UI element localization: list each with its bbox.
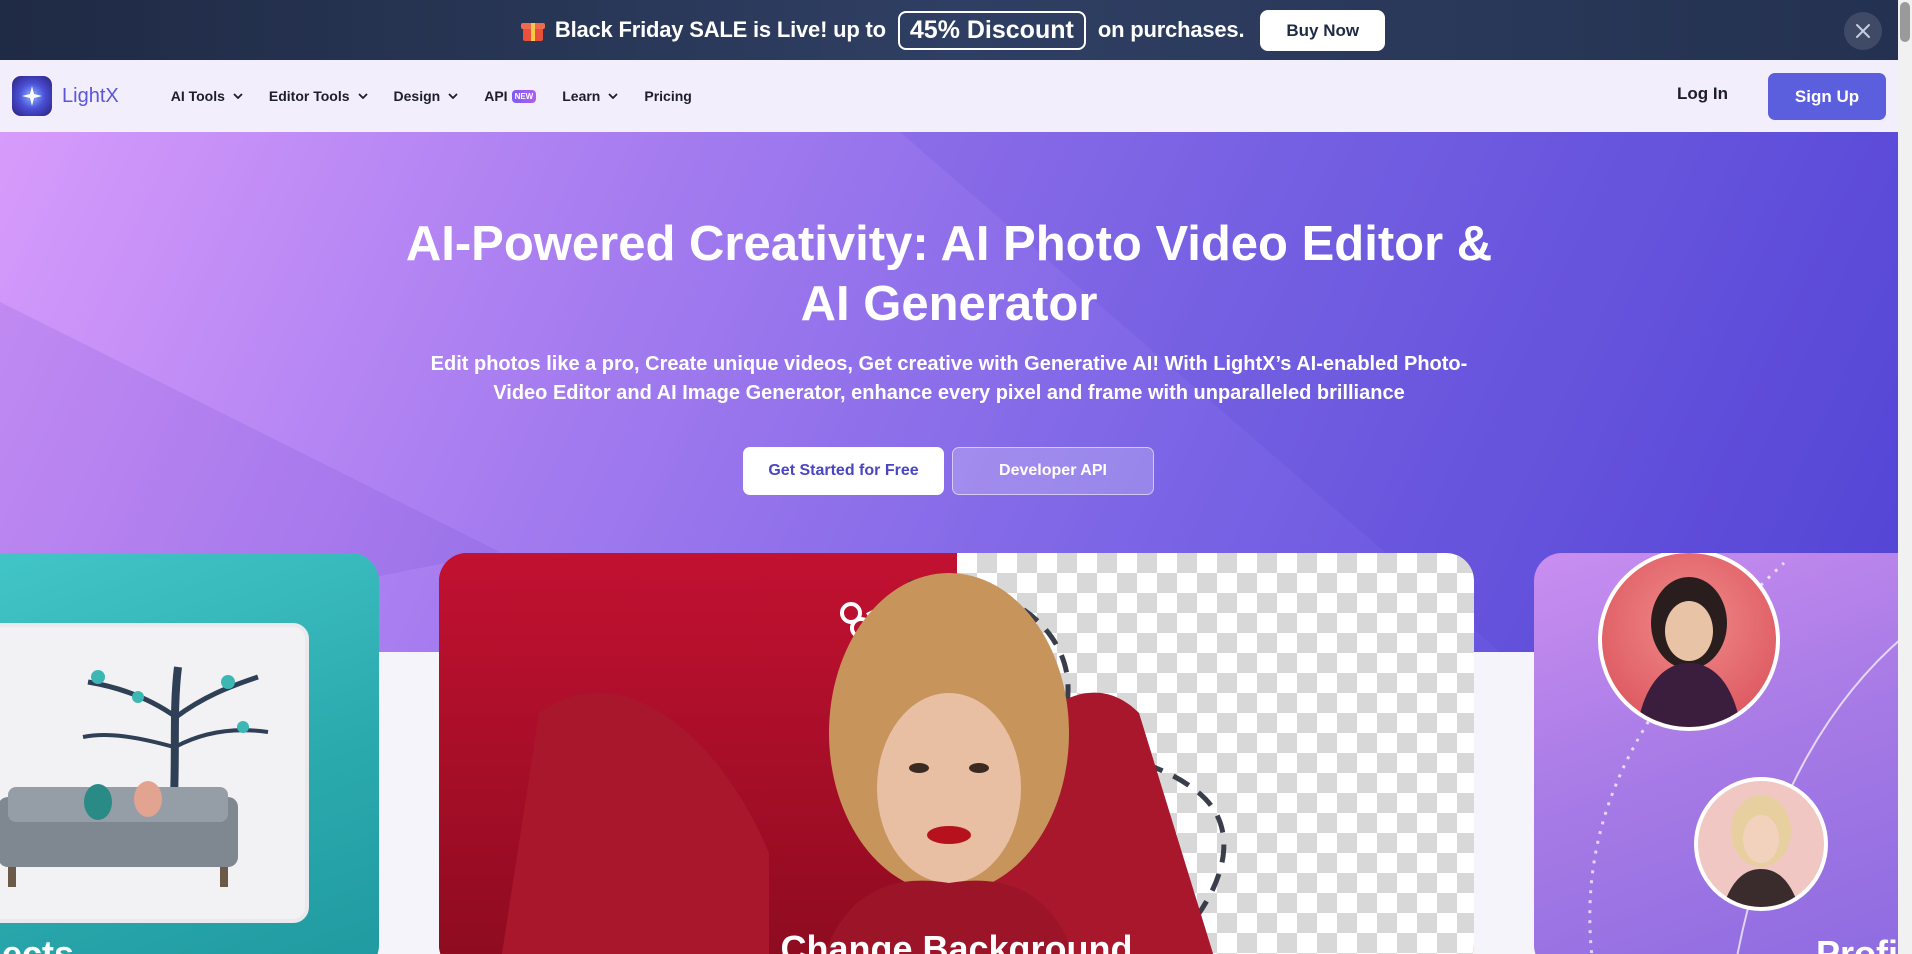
- close-promo-button[interactable]: [1844, 12, 1882, 50]
- nav-item-pricing[interactable]: Pricing: [644, 88, 691, 104]
- new-badge: NEW: [511, 89, 537, 103]
- nav-item-label: Editor Tools: [268, 88, 350, 104]
- card-remove-objects[interactable]: bjects: [0, 553, 379, 954]
- chevron-down-icon: [448, 93, 458, 99]
- avatar: [1598, 553, 1780, 731]
- gift-icon: [520, 18, 545, 42]
- chevron-down-icon: [608, 93, 618, 99]
- hero-title: AI-Powered Creativity: AI Photo Video Ed…: [0, 214, 1898, 334]
- card-profile-picture[interactable]: Profi: [1534, 553, 1912, 954]
- portrait-illustration: [501, 573, 1227, 954]
- nav-item-learn[interactable]: Learn: [562, 88, 618, 104]
- promo-text-after: on purchases.: [1097, 17, 1245, 42]
- brand-name: LightX: [62, 84, 119, 107]
- close-icon: [1856, 24, 1870, 38]
- nav-item-label: Pricing: [644, 88, 692, 104]
- nav-item-label: API: [484, 88, 508, 104]
- lightx-logo-icon: [12, 76, 52, 116]
- discount-badge: 45% Discount: [897, 10, 1086, 50]
- nav-menu: AI Tools Editor Tools Design API NEW Lea…: [171, 88, 718, 104]
- card-change-background[interactable]: Change Background: [439, 553, 1474, 954]
- developer-api-button[interactable]: Developer API: [952, 447, 1154, 495]
- nav-item-label: Design: [393, 88, 441, 104]
- room-image: [0, 623, 309, 923]
- avatar: [1694, 777, 1828, 911]
- card-title: Change Background: [780, 928, 1133, 954]
- nav-item-editor-tools[interactable]: Editor Tools: [269, 88, 368, 104]
- brand-logo[interactable]: LightX: [12, 76, 119, 116]
- feature-cards: bjects Change Background: [0, 553, 1912, 954]
- nav-item-label: AI Tools: [170, 88, 225, 104]
- nav-item-ai-tools[interactable]: AI Tools: [171, 88, 243, 104]
- get-started-button[interactable]: Get Started for Free: [743, 447, 944, 495]
- nav-item-design[interactable]: Design: [394, 88, 459, 104]
- hero-title-line: AI Generator: [800, 277, 1098, 331]
- hero-subtitle-line: Video Editor and AI Image Generator, enh…: [493, 382, 1405, 404]
- hero-subtitle-line: Edit photos like a pro, Create unique vi…: [430, 353, 1468, 375]
- card-title: bjects: [0, 933, 75, 954]
- main-nav: LightX AI Tools Editor Tools Design API …: [0, 60, 1898, 132]
- promo-text: Black Friday SALE is Live! up to: [554, 17, 886, 42]
- signup-button[interactable]: Sign Up: [1768, 73, 1886, 120]
- scrollbar-thumb[interactable]: [1900, 2, 1910, 42]
- chevron-down-icon: [357, 93, 368, 99]
- hero-title-line: AI-Powered Creativity: AI Photo Video Ed…: [405, 217, 1493, 271]
- nav-item-label: Learn: [562, 88, 601, 104]
- buy-now-button[interactable]: Buy Now: [1260, 9, 1386, 51]
- chevron-down-icon: [233, 93, 243, 99]
- room-illustration: [0, 627, 305, 919]
- promo-banner: Black Friday SALE is Live! up to 45% Dis…: [0, 0, 1912, 60]
- login-link[interactable]: Log In: [1677, 84, 1728, 104]
- hero-subtitle: Edit photos like a pro, Create unique vi…: [400, 350, 1498, 408]
- nav-item-api[interactable]: API NEW: [484, 88, 537, 104]
- page-scrollbar[interactable]: [1898, 0, 1912, 954]
- card-title: Profi: [1816, 933, 1899, 954]
